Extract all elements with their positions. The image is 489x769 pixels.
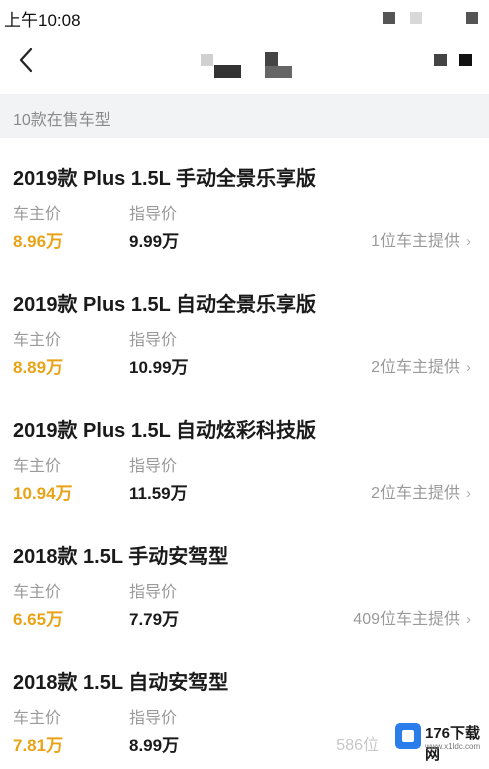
list-item[interactable]: 2019款 Plus 1.5L 手动全景乐享版 车主价 指导价 8.96万 9.… — [0, 138, 489, 264]
back-button[interactable] — [6, 40, 46, 80]
watermark-logo-icon — [395, 723, 421, 749]
provider-link[interactable]: 1位车主提供 › — [371, 227, 471, 251]
provider-link[interactable]: 2位车主提供 › — [371, 479, 471, 503]
provider-link[interactable]: 586位 — [336, 731, 379, 755]
owner-price-label: 车主价 — [13, 332, 62, 349]
owner-price-value: 8.89万 — [13, 358, 64, 377]
model-list: 2019款 Plus 1.5L 手动全景乐享版 车主价 指导价 8.96万 9.… — [0, 138, 489, 768]
guide-price-label: 指导价 — [129, 584, 178, 601]
owner-price-label: 车主价 — [13, 458, 62, 475]
provider-text: 409位车主提供 — [353, 611, 460, 628]
provider-text: 1位车主提供 — [371, 233, 460, 250]
guide-price-label: 指导价 — [129, 332, 178, 349]
guide-price-label: 指导价 — [129, 710, 178, 727]
chevron-right-icon: › — [466, 233, 471, 250]
owner-price-value: 6.65万 — [13, 610, 64, 629]
list-item[interactable]: 2018款 1.5L 手动安驾型 车主价 指导价 6.65万 7.79万 409… — [0, 516, 489, 642]
chevron-right-icon: › — [466, 359, 471, 376]
model-name: 2018款 1.5L 手动安驾型 — [13, 546, 229, 568]
owner-price-label: 车主价 — [13, 206, 62, 223]
chevron-right-icon: › — [466, 485, 471, 502]
chevron-left-icon — [19, 47, 33, 73]
guide-price-value: 10.99万 — [129, 358, 189, 377]
model-name: 2019款 Plus 1.5L 自动炫彩科技版 — [13, 420, 317, 442]
watermark: 176下载网 www.x1ldc.com — [392, 718, 489, 763]
model-name: 2019款 Plus 1.5L 手动全景乐享版 — [13, 168, 317, 190]
model-name: 2019款 Plus 1.5L 自动全景乐享版 — [13, 294, 317, 316]
provider-text: 586位 — [336, 737, 379, 754]
owner-price-value: 10.94万 — [13, 484, 73, 503]
share-icon[interactable] — [434, 54, 447, 66]
provider-text: 2位车主提供 — [371, 485, 460, 502]
list-item[interactable]: 2019款 Plus 1.5L 自动全景乐享版 车主价 指导价 8.89万 10… — [0, 264, 489, 390]
owner-price-label: 车主价 — [13, 584, 62, 601]
signal-icon — [383, 12, 395, 24]
provider-text: 2位车主提供 — [371, 359, 460, 376]
chevron-right-icon: › — [466, 611, 471, 628]
guide-price-value: 8.99万 — [129, 736, 180, 755]
watermark-url: www.x1ldc.com — [425, 742, 481, 751]
provider-link[interactable]: 409位车主提供 › — [353, 605, 471, 629]
owner-price-value: 8.96万 — [13, 232, 64, 251]
status-time: 上午10:08 — [4, 11, 81, 30]
wifi-icon — [410, 12, 422, 24]
status-bar: 上午10:08 — [0, 0, 489, 34]
nav-bar — [0, 34, 489, 94]
guide-price-label: 指导价 — [129, 458, 178, 475]
battery-icon — [466, 12, 478, 24]
owner-price-label: 车主价 — [13, 710, 62, 727]
provider-link[interactable]: 2位车主提供 › — [371, 353, 471, 377]
guide-price-value: 7.79万 — [129, 610, 180, 629]
guide-price-value: 9.99万 — [129, 232, 180, 251]
owner-price-value: 7.81万 — [13, 736, 64, 755]
model-name: 2018款 1.5L 自动安驾型 — [13, 672, 229, 694]
guide-price-value: 11.59万 — [129, 484, 188, 503]
more-icon[interactable] — [459, 54, 472, 66]
list-item[interactable]: 2019款 Plus 1.5L 自动炫彩科技版 车主价 指导价 10.94万 1… — [0, 390, 489, 516]
model-count: 10款在售车型 — [13, 112, 111, 129]
guide-price-label: 指导价 — [129, 206, 178, 223]
count-bar: 10款在售车型 — [0, 94, 489, 138]
